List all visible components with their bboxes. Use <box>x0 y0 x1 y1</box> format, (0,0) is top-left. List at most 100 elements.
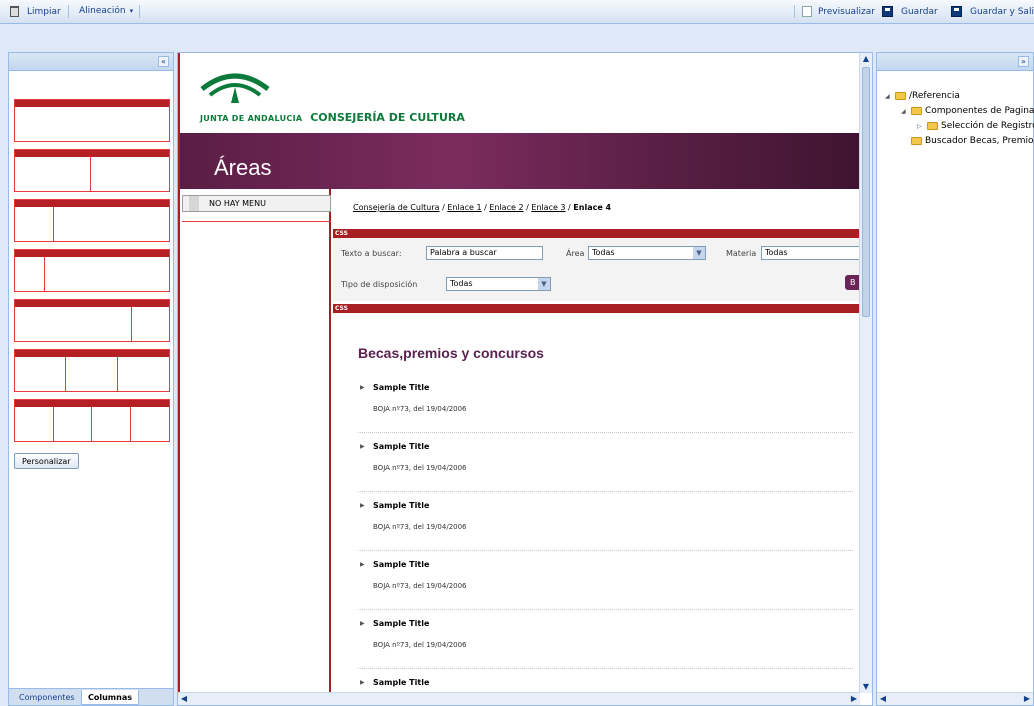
junta-logo-icon <box>200 73 270 103</box>
layout-option-thin-wide[interactable] <box>14 249 170 292</box>
horizontal-scrollbar[interactable]: ◀ ▶ <box>877 692 1033 705</box>
guardar-button[interactable]: Guardar <box>882 6 938 17</box>
layout-option-1-column[interactable] <box>14 99 170 142</box>
layout-option-3-equal[interactable] <box>14 349 170 392</box>
materia-select[interactable]: Todas <box>761 246 860 260</box>
logo-consejeria-text: CONSEJERÍA DE CULTURA <box>310 111 465 124</box>
result-subtitle: BOJA nº73, del 19/04/2006 <box>373 464 467 472</box>
area-label: Área <box>566 249 585 258</box>
scroll-down-icon[interactable]: ▼ <box>860 681 872 693</box>
area-select[interactable]: Todas ▼ <box>588 246 706 260</box>
previsualizar-button[interactable]: Previsualizar <box>802 6 875 17</box>
scroll-right-icon[interactable]: ▶ <box>848 693 860 705</box>
tree-node-label: Selección de Registro <box>941 121 1034 131</box>
bullet-arrow-icon: ▶ <box>360 443 365 450</box>
result-item[interactable]: ▶ Sample Title BOJA nº73, del 19/04/2006 <box>358 436 853 492</box>
bullet-arrow-icon: ▶ <box>360 502 365 509</box>
result-subtitle: BOJA nº73, del 19/04/2006 <box>373 582 467 590</box>
layout-option-4-equal[interactable] <box>14 399 170 442</box>
tree-node-seleccion[interactable]: ▷ Selección de Registro <box>917 121 1034 131</box>
tab-componentes[interactable]: Componentes <box>13 690 81 705</box>
result-item[interactable]: ▶ Sample Title BOJA nº73, del 19/04/2006 <box>358 495 853 551</box>
collapse-left-icon[interactable]: « <box>158 56 169 67</box>
limpiar-button[interactable]: Limpiar <box>10 6 61 17</box>
site-header: JUNTA DE ANDALUCIA CONSEJERÍA DE CULTURA <box>178 53 860 133</box>
breadcrumb-link[interactable]: Enlace 2 <box>489 203 523 212</box>
bullet-arrow-icon: ▶ <box>360 384 365 391</box>
tipo-select[interactable]: Todas ▼ <box>446 277 551 291</box>
banner-title: Áreas <box>214 155 272 180</box>
structure-panel: » ◢ /Referencia ◢ Componentes de Pagina … <box>876 52 1034 706</box>
css-component-bar[interactable]: CSS <box>333 304 860 313</box>
result-item[interactable]: ▶ Sample Title BOJA nº73, del 19/04/2006 <box>358 613 853 669</box>
tree-node-buscador[interactable]: Buscador Becas, Premio <box>911 136 1033 146</box>
texto-input[interactable]: Palabra a buscar <box>426 246 543 260</box>
site-banner: Áreas <box>178 133 860 189</box>
layout-option-2-equal[interactable] <box>14 149 170 192</box>
horizontal-scrollbar[interactable]: ◀ ▶ <box>178 692 860 705</box>
top-toolbar: Limpiar Alineación ▾ Previsualizar Guard… <box>0 0 1034 24</box>
personalizar-button[interactable]: Personalizar <box>14 453 79 469</box>
tree-node-label: Buscador Becas, Premio <box>925 136 1034 146</box>
guardar-salir-label: Guardar y Salir <box>970 6 1034 17</box>
tipo-label: Tipo de disposición <box>341 280 418 289</box>
expand-right-icon[interactable]: » <box>1018 56 1029 67</box>
breadcrumb-link[interactable]: Enlace 1 <box>447 203 481 212</box>
result-title[interactable]: Sample Title <box>373 442 429 451</box>
logo-junta-text: JUNTA DE ANDALUCIA <box>200 114 303 123</box>
css-component-bar[interactable]: CSS <box>333 229 860 238</box>
tree-node-referencia[interactable]: ◢ /Referencia <box>885 91 960 101</box>
guardar-label: Guardar <box>901 6 938 17</box>
page-preview-panel: JUNTA DE ANDALUCIA CONSEJERÍA DE CULTURA… <box>177 52 873 706</box>
alineacion-label: Alineación <box>79 6 126 16</box>
scroll-up-icon[interactable]: ▲ <box>860 53 872 65</box>
tab-columnas[interactable]: Columnas <box>81 690 139 705</box>
css-tag: CSS <box>335 230 348 237</box>
previsualizar-label: Previsualizar <box>818 6 875 17</box>
vertical-scrollbar[interactable]: ▲ ▼ <box>859 53 872 693</box>
scroll-right-icon[interactable]: ▶ <box>1021 693 1033 705</box>
columns-panel: « Personalizar Componentes Columnas <box>8 52 174 706</box>
scroll-left-icon[interactable]: ◀ <box>178 693 190 705</box>
result-title[interactable]: Sample Title <box>373 383 429 392</box>
chevron-down-icon: ▼ <box>693 247 705 259</box>
result-item[interactable]: ▶ Sample Title BOJA nº73, del 19/04/2006 <box>358 377 853 433</box>
tree-expanded-icon[interactable]: ◢ <box>901 108 908 115</box>
result-subtitle: BOJA nº73, del 19/04/2006 <box>373 405 467 413</box>
tree-expanded-icon[interactable]: ◢ <box>885 93 892 100</box>
preview-icon <box>802 6 812 17</box>
breadcrumb-current: Enlace 4 <box>573 203 612 212</box>
result-item[interactable]: ▶ Sample Title <box>358 672 853 693</box>
divider <box>182 221 331 222</box>
result-title[interactable]: Sample Title <box>373 501 429 510</box>
breadcrumb-link[interactable]: Consejería de Cultura <box>353 203 440 212</box>
left-panel-tabs: Componentes Columnas <box>9 688 173 705</box>
result-subtitle: BOJA nº73, del 19/04/2006 <box>373 641 467 649</box>
preview-viewport: JUNTA DE ANDALUCIA CONSEJERÍA DE CULTURA… <box>178 53 860 693</box>
section-title: Becas,premios y concursos <box>358 345 544 361</box>
area-select-value: Todas <box>592 248 615 257</box>
result-item[interactable]: ▶ Sample Title BOJA nº73, del 19/04/2006 <box>358 554 853 610</box>
buscar-button[interactable]: B <box>845 275 860 290</box>
layout-option-narrow-wide[interactable] <box>14 199 170 242</box>
folder-icon <box>895 92 906 100</box>
result-title[interactable]: Sample Title <box>373 560 429 569</box>
breadcrumb-link[interactable]: Enlace 3 <box>531 203 565 212</box>
layout-option-wide-narrow[interactable] <box>14 299 170 342</box>
scrollbar-thumb[interactable] <box>862 67 870 317</box>
css-tag: CSS <box>335 305 348 312</box>
alineacion-menu-button[interactable]: Alineación ▾ <box>79 6 133 16</box>
tree-collapsed-icon[interactable]: ▷ <box>917 123 924 130</box>
bullet-arrow-icon: ▶ <box>360 620 365 627</box>
texto-label: Texto a buscar: <box>341 249 402 258</box>
tree-node-componentes[interactable]: ◢ Componentes de Pagina <box>901 106 1034 116</box>
result-title[interactable]: Sample Title <box>373 678 429 687</box>
scroll-left-icon[interactable]: ◀ <box>877 693 889 705</box>
panel-header: » <box>877 53 1033 71</box>
result-title[interactable]: Sample Title <box>373 619 429 628</box>
content-column: Consejería de Cultura / Enlace 1 / Enlac… <box>333 189 860 693</box>
guardar-salir-button[interactable]: Guardar y Salir <box>951 6 1034 17</box>
chevron-down-icon: ▾ <box>129 7 134 15</box>
bullet-arrow-icon: ▶ <box>360 679 365 686</box>
menu-placeholder: NO HAY MENU <box>182 195 331 212</box>
